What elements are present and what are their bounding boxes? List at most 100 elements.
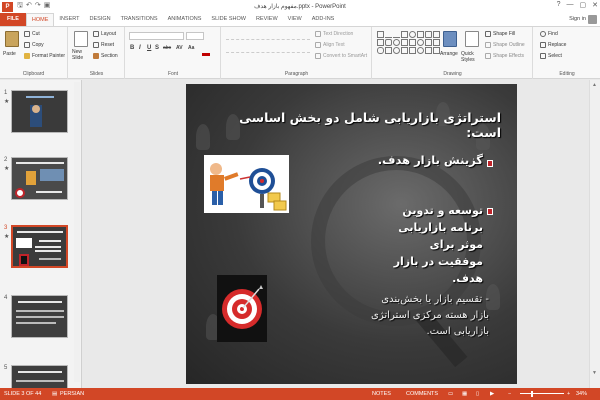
shape-fill-button[interactable]: Shape Fill [485, 31, 515, 37]
save-icon[interactable]: 🖫 [17, 1, 23, 12]
shape-rect[interactable] [401, 47, 408, 54]
tab-insert[interactable]: INSERT [54, 13, 84, 26]
tab-home[interactable]: HOME [25, 13, 55, 26]
zoom-out-icon[interactable]: − [508, 391, 511, 397]
shape-line[interactable] [393, 31, 400, 38]
editor-scrollbar[interactable]: ▲ ▼ [589, 80, 600, 388]
shape-rect[interactable] [425, 39, 432, 46]
language-indicator[interactable]: PERSIAN [60, 391, 84, 397]
bullet-text-2[interactable]: توسعه و تدوین برنامه بازاریابی موثر برای… [387, 202, 483, 287]
minimize-button[interactable]: — [567, 1, 574, 9]
normal-view-icon[interactable]: ▭ [448, 391, 453, 397]
align-text-button[interactable]: Align Text [315, 42, 345, 48]
proofing-icon[interactable]: ▤ [52, 391, 57, 397]
shape-rect[interactable] [433, 47, 440, 54]
start-slideshow-icon[interactable]: ▣ [44, 1, 51, 12]
bullets-list-control[interactable] [226, 32, 310, 40]
font-color-button[interactable] [202, 53, 210, 56]
shape-rect[interactable] [401, 31, 408, 38]
paste-button[interactable]: Paste [3, 51, 16, 57]
shape-rect[interactable] [425, 47, 432, 54]
shape-rect[interactable] [377, 39, 384, 46]
close-button[interactable]: ✕ [592, 1, 598, 9]
slide-note-text[interactable]: - تقسیم بازار یا بخش‌بندی بازار هسته مرک… [361, 292, 489, 340]
slide-thumbnail-1[interactable] [11, 90, 68, 133]
reading-view-icon[interactable]: ▯ [476, 391, 479, 397]
shape-oval[interactable] [393, 39, 400, 46]
arrange-icon[interactable] [443, 31, 457, 47]
shape-outline-button[interactable]: Shape Outline [485, 42, 525, 48]
shapes-gallery[interactable] [377, 31, 440, 65]
arrange-button[interactable]: Arrange [440, 51, 458, 57]
new-slide-button[interactable]: New Slide [72, 49, 83, 61]
shape-triangle[interactable] [425, 31, 432, 38]
sign-in-link[interactable]: Sign in [569, 16, 586, 22]
shadow-button[interactable]: S [155, 45, 159, 51]
tab-transitions[interactable]: TRANSITIONS [116, 13, 163, 26]
bullet-text-1[interactable]: گزینش بازار هدف. [343, 153, 483, 167]
comments-button[interactable]: COMMENTS [406, 391, 438, 397]
tab-animations[interactable]: ANIMATIONS [163, 13, 207, 26]
select-button[interactable]: Select [540, 53, 562, 59]
shape-line[interactable] [385, 31, 392, 38]
strikethrough-button[interactable]: abc [163, 45, 171, 51]
convert-smartart-button[interactable]: Convert to SmartArt [315, 53, 367, 59]
italic-button[interactable]: I [139, 45, 141, 51]
zoom-slider-thumb[interactable] [531, 391, 533, 397]
zoom-in-icon[interactable]: + [567, 391, 570, 397]
shape-rect[interactable] [401, 39, 408, 46]
shape-brace[interactable] [377, 47, 384, 54]
zoom-level[interactable]: 34% [576, 391, 587, 397]
shape-oval[interactable] [417, 47, 424, 54]
shape-rect[interactable] [433, 31, 440, 38]
tab-design[interactable]: DESIGN [85, 13, 116, 26]
shape-rect[interactable] [409, 47, 416, 54]
restore-button[interactable]: ▢ [580, 1, 587, 9]
redo-icon[interactable]: ↷ [35, 1, 41, 12]
user-avatar[interactable] [588, 15, 597, 24]
new-slide-icon[interactable] [74, 31, 88, 47]
shape-effects-button[interactable]: Shape Effects [485, 53, 524, 59]
tab-view[interactable]: VIEW [283, 13, 307, 26]
section-button[interactable]: Section [93, 53, 118, 59]
undo-icon[interactable]: ↶ [26, 1, 32, 12]
character-spacing-button[interactable]: AV [176, 45, 183, 51]
alignment-control[interactable] [226, 45, 310, 53]
shape-rect[interactable] [377, 31, 384, 38]
font-name-field[interactable] [129, 32, 184, 40]
find-button[interactable]: Find [540, 31, 558, 37]
slide-title[interactable]: استراتژی بازاریابی شامل دو بخش اساسی است… [201, 110, 501, 140]
quick-styles-button[interactable]: Quick Styles [461, 51, 483, 63]
slideshow-view-icon[interactable]: ▶ [490, 391, 494, 397]
shape-arrow[interactable] [385, 39, 392, 46]
cut-button[interactable]: Cut [24, 31, 40, 37]
shape-rect[interactable] [385, 47, 392, 54]
format-painter-button[interactable]: Format Painter [24, 53, 65, 59]
slide-thumbnail-4[interactable] [11, 295, 68, 338]
quick-styles-icon[interactable] [465, 31, 479, 47]
copy-button[interactable]: Copy [24, 42, 44, 48]
shape-rect[interactable] [417, 31, 424, 38]
replace-button[interactable]: Replace [540, 42, 566, 48]
shape-oval[interactable] [409, 31, 416, 38]
tab-review[interactable]: REVIEW [251, 13, 283, 26]
change-case-button[interactable]: Aa [188, 45, 194, 51]
slide-thumbnail-3[interactable] [11, 225, 68, 268]
bold-button[interactable]: B [130, 45, 134, 51]
help-button[interactable]: ? [557, 1, 561, 9]
slide-thumbnail-5[interactable] [11, 365, 68, 388]
shape-rect[interactable] [433, 39, 440, 46]
shape-rect[interactable] [409, 39, 416, 46]
scroll-up-icon[interactable]: ▲ [592, 82, 597, 88]
zoom-slider-track[interactable] [520, 393, 564, 394]
reset-button[interactable]: Reset [93, 42, 114, 48]
font-size-field[interactable] [186, 32, 204, 40]
tab-file[interactable]: FILE [0, 13, 26, 26]
layout-button[interactable]: Layout [93, 31, 116, 37]
shape-star[interactable] [393, 47, 400, 54]
scroll-down-icon[interactable]: ▼ [592, 370, 597, 376]
text-direction-button[interactable]: Text Direction [315, 31, 353, 37]
shape-oval[interactable] [417, 39, 424, 46]
clipart-target-character-image[interactable] [204, 155, 289, 213]
underline-button[interactable]: U [147, 45, 151, 51]
